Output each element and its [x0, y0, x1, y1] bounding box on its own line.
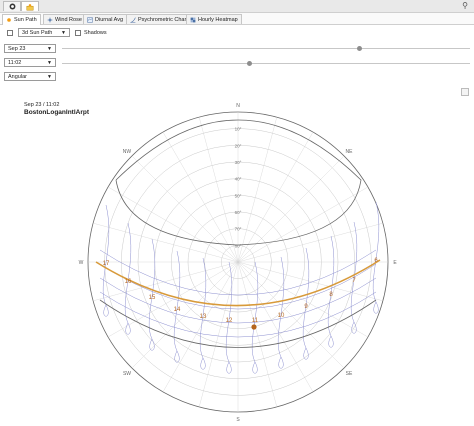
hour-label: 11: [252, 318, 259, 324]
compass-label-w: W: [79, 260, 84, 266]
azimuth-spoke: [237, 222, 383, 263]
hour-label: 10: [278, 313, 285, 319]
hour-label: 13: [200, 314, 207, 320]
altitude-label: 50°: [235, 193, 242, 198]
compass-label-ne: NE: [346, 149, 354, 155]
compass-label-sw: SW: [123, 371, 131, 377]
altitude-label: 70°: [235, 227, 242, 232]
azimuth-spokes: [88, 112, 388, 412]
compass-label-n: N: [236, 103, 240, 109]
azimuth-spoke: [237, 117, 278, 263]
azimuth-spoke: [93, 222, 239, 263]
azimuth-spoke: [237, 155, 345, 263]
azimuth-spoke: [131, 155, 239, 263]
sun-path-diagram: 10° 20° 30° 40° 50° 60° 70° 80° 17 16 15 14 13 12 11 1…: [79, 103, 398, 423]
compass-label-se: SE: [346, 371, 353, 377]
compass-label-s: S: [236, 417, 240, 423]
hour-label: 8: [329, 292, 333, 298]
hour-label: 15: [149, 295, 156, 301]
altitude-label: 20°: [235, 143, 242, 148]
hour-label: 12: [226, 318, 233, 324]
azimuth-spoke: [131, 261, 239, 369]
compass-label-nw: NW: [123, 149, 132, 155]
hour-label: 14: [174, 307, 181, 313]
compass-label-e: E: [393, 260, 397, 266]
azimuth-spoke: [198, 117, 239, 263]
altitude-label: 60°: [235, 210, 242, 215]
altitude-label: 40°: [235, 177, 242, 182]
hour-label: 16: [125, 279, 132, 285]
altitude-label: 80°: [235, 243, 242, 248]
altitude-label: 10°: [235, 127, 242, 132]
hour-label: 9: [304, 304, 308, 310]
hour-label: 7: [352, 278, 356, 284]
hour-label: 17: [103, 261, 110, 267]
azimuth-spoke: [237, 261, 383, 302]
altitude-label: 30°: [235, 160, 242, 165]
current-sun-marker: [251, 324, 257, 330]
